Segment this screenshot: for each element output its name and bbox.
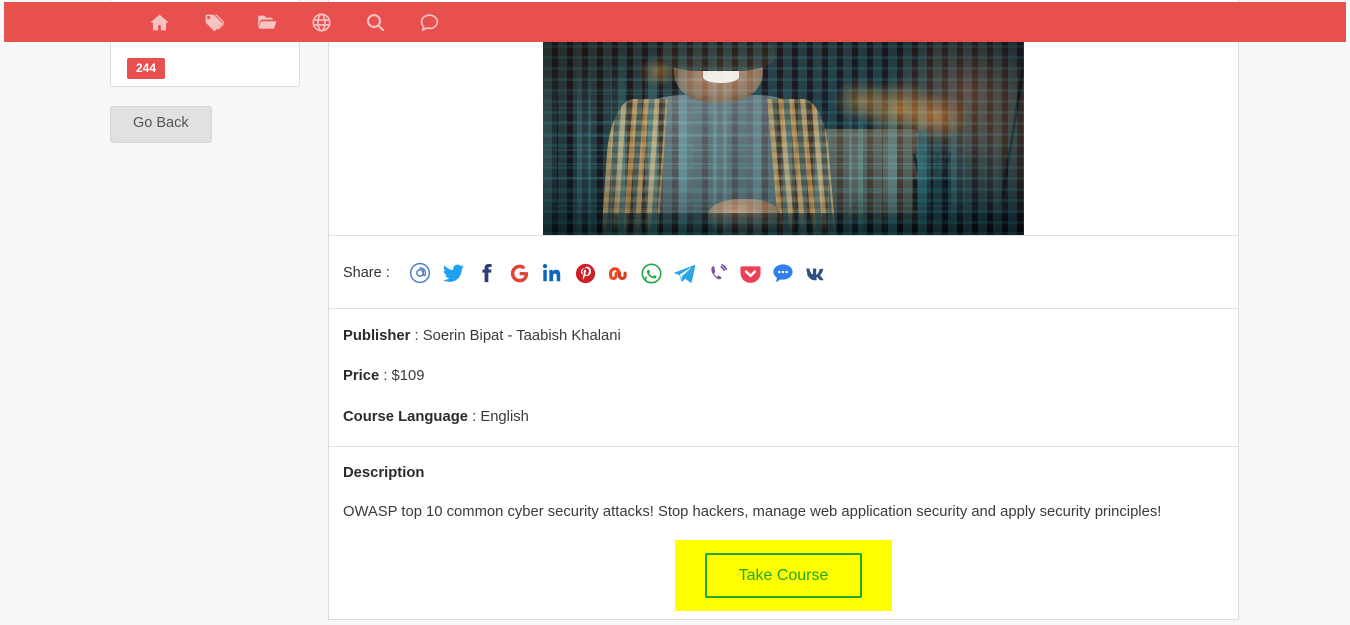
- language-value: English: [480, 408, 529, 425]
- redirect-count-badge: 244: [127, 57, 166, 79]
- course-meta-section: Publisher : Soerin Bipat - Taabish Khala…: [329, 309, 1238, 448]
- globe-icon[interactable]: [294, 2, 348, 42]
- publisher-row: Publisher : Soerin Bipat - Taabish Khala…: [343, 327, 1224, 345]
- viber-share-icon[interactable]: [701, 258, 734, 288]
- language-label: Course Language: [343, 408, 468, 425]
- linkedin-share-icon[interactable]: [536, 258, 569, 288]
- top-navbar: [4, 2, 1346, 42]
- facebook-share-icon[interactable]: [470, 258, 503, 288]
- price-label: Price: [343, 368, 380, 385]
- price-value: $109: [391, 368, 425, 385]
- share-section: Share :: [329, 236, 1238, 309]
- page-root: Share : Publisher: Soerin Bipat - Taabi…: [0, 0, 1350, 625]
- course-banner-image: [543, 31, 1024, 235]
- language-separator: :: [467, 408, 481, 425]
- whatsapp-share-icon[interactable]: [635, 258, 668, 288]
- stumbleupon-share-icon[interactable]: [602, 258, 635, 288]
- description-section: Description OWASP top 10 common cyber se…: [329, 447, 1238, 619]
- vk-share-icon[interactable]: [800, 258, 833, 288]
- email-share-icon[interactable]: [404, 258, 437, 288]
- go-back-button[interactable]: Go Back: [110, 106, 212, 143]
- description-heading: Description: [343, 465, 425, 482]
- tag-icon[interactable]: [186, 2, 240, 42]
- comment-icon[interactable]: [402, 2, 456, 42]
- image-vignette: [543, 31, 1024, 235]
- price-row: Price : $109: [343, 367, 1224, 385]
- home-icon[interactable]: [132, 2, 186, 42]
- publisher-value: Soerin Bipat - Taabish Khalani: [422, 328, 621, 344]
- sms-share-icon[interactable]: [767, 258, 800, 288]
- folder-icon[interactable]: [240, 2, 294, 42]
- twitter-share-icon[interactable]: [437, 258, 470, 288]
- price-separator: :: [379, 368, 392, 385]
- pocket-share-icon[interactable]: [734, 258, 767, 288]
- search-icon[interactable]: [348, 2, 402, 42]
- publisher-separator: :: [410, 328, 423, 344]
- pinterest-share-icon[interactable]: [569, 258, 602, 288]
- course-detail-panel: Share : Publisher: Soerin Bipat - Taabi…: [328, 0, 1239, 621]
- take-course-wrapper: Take Course: [343, 539, 1224, 612]
- description-text: OWASP top 10 common cyber security attac…: [343, 504, 1162, 521]
- language-row: Course Language : English: [343, 408, 1224, 426]
- share-label: Share :: [343, 265, 390, 281]
- publisher-label: Publisher: [343, 328, 411, 344]
- take-course-button[interactable]: Take Course: [704, 552, 863, 599]
- take-course-highlight: Take Course: [674, 539, 893, 612]
- google-share-icon[interactable]: [503, 258, 536, 288]
- telegram-share-icon[interactable]: [668, 258, 701, 288]
